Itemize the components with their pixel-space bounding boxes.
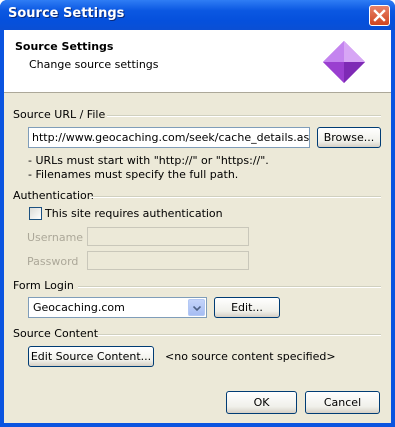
auth-checkbox-label[interactable]: This site requires authentication: [45, 207, 223, 220]
source-separator: [107, 115, 381, 117]
form-login-selected: Geocaching.com: [33, 301, 125, 314]
edit-source-content-button[interactable]: Edit Source Content...: [28, 346, 154, 367]
form-login-section-label: Form Login: [13, 279, 74, 292]
close-button[interactable]: [369, 5, 390, 26]
username-label: Username: [27, 231, 84, 244]
source-content-status: <no source content specified>: [165, 350, 336, 363]
header-title: Source Settings: [15, 40, 114, 53]
chevron-down-icon: [193, 306, 201, 311]
browse-button[interactable]: Browse...: [317, 127, 381, 148]
dialog-header: Source Settings Change source settings: [4, 30, 391, 93]
cancel-button[interactable]: Cancel: [305, 391, 380, 414]
username-field[interactable]: [87, 227, 249, 246]
url-note: - URLs must start with "http://" or "htt…: [28, 154, 269, 167]
source-section-label: Source URL / File: [13, 108, 106, 121]
window-title: Source Settings: [8, 6, 125, 21]
form-login-select[interactable]: Geocaching.com: [28, 297, 207, 318]
diamond-icon: [323, 41, 365, 83]
dropdown-button[interactable]: [188, 299, 205, 316]
auth-section-label: Authentication: [13, 189, 94, 202]
source-content-separator: [97, 334, 381, 336]
auth-separator: [90, 196, 381, 198]
source-url-input[interactable]: http://www.geocaching.com/seek/cache_det…: [28, 127, 310, 148]
filename-note: - Filenames must specify the full path.: [28, 168, 239, 181]
title-bar[interactable]: Source Settings: [0, 0, 395, 30]
form-login-edit-button[interactable]: Edit...: [214, 297, 280, 318]
auth-checkbox[interactable]: [29, 207, 42, 220]
form-login-separator: [78, 286, 381, 288]
close-icon: [373, 9, 386, 22]
ok-button[interactable]: OK: [226, 391, 297, 414]
dialog-window: Source Settings Source Settings Change s…: [0, 0, 395, 427]
header-subtitle: Change source settings: [29, 58, 159, 71]
password-label: Password: [27, 255, 79, 268]
password-field[interactable]: [87, 251, 249, 270]
source-content-section-label: Source Content: [13, 327, 99, 340]
dialog-client: Source Settings Change source settings S…: [4, 30, 391, 423]
